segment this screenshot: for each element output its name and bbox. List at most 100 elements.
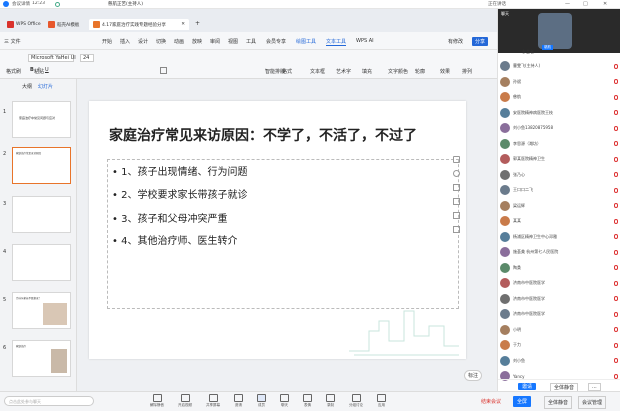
- breakout-button[interactable]: 分组讨论: [349, 394, 363, 408]
- menu-slideshow[interactable]: 放映: [192, 38, 202, 45]
- video-button[interactable]: 开启视频: [178, 394, 192, 408]
- invite-button[interactable]: 邀请: [518, 383, 537, 390]
- chat-button[interactable]: 聊天: [280, 394, 289, 408]
- pen-icon[interactable]: [453, 184, 460, 191]
- member-item[interactable]: 陶桑: [500, 261, 618, 275]
- meeting-manage-button[interactable]: 会议管理: [578, 396, 607, 409]
- member-item[interactable]: 孙斌: [500, 75, 618, 89]
- menu-review[interactable]: 审阅: [210, 38, 220, 45]
- maximize-icon[interactable]: □: [583, 1, 588, 7]
- arrange-icon[interactable]: [453, 226, 460, 233]
- italic-icon[interactable]: I: [38, 67, 39, 73]
- minimize-icon[interactable]: —: [565, 1, 570, 7]
- member-item[interactable]: 慈航: [500, 90, 618, 104]
- ribbon-arrange[interactable]: 排列: [462, 68, 472, 75]
- tab-docer[interactable]: 稻壳AI模板: [44, 19, 83, 30]
- menu-home[interactable]: 开始: [102, 38, 112, 45]
- chat-input[interactable]: 点击此处参与聊天: [4, 396, 94, 406]
- annotate-button[interactable]: 标注: [464, 370, 483, 381]
- underline-icon[interactable]: U: [45, 67, 49, 73]
- font-size-select[interactable]: 24: [80, 54, 94, 62]
- presenter-label: 正在讲话: [488, 2, 506, 7]
- fullscreen-button[interactable]: 全屏: [513, 396, 532, 407]
- bold-icon[interactable]: B: [30, 67, 34, 73]
- meeting-detail[interactable]: 会议详情: [12, 1, 30, 7]
- fill-icon[interactable]: [453, 198, 460, 205]
- slide-thumb-1[interactable]: 家庭治疗中常见问题与应对: [12, 101, 71, 138]
- mute-all-bottom[interactable]: 全体静音: [544, 396, 573, 409]
- ribbon-format[interactable]: 格式: [282, 68, 292, 75]
- menu-view[interactable]: 视图: [228, 38, 238, 45]
- slide[interactable]: 家庭治疗常见来访原因：不学了，不活了，不过了 • 1、孩子出现情绪、行为问题 •…: [89, 101, 466, 359]
- member-item[interactable]: 于力: [500, 338, 618, 352]
- tab-wps-office[interactable]: WPS Office: [3, 19, 45, 30]
- menu-wps-ai[interactable]: WPS AI: [356, 38, 374, 44]
- member-name: 李思源（潍坊）: [513, 140, 541, 146]
- share-button[interactable]: 分享: [472, 37, 489, 46]
- tab-document[interactable]: 4.17家庭治疗实践专题经验分享 ✕: [89, 19, 189, 30]
- member-item[interactable]: 小明: [500, 323, 618, 337]
- ribbon-format-painter[interactable]: 格式刷: [6, 68, 21, 75]
- member-item[interactable]: 王口口二飞: [500, 183, 618, 197]
- slide-thumb-2[interactable]: 家庭治疗常见来访原因: [12, 147, 71, 184]
- ribbon-outline[interactable]: 轮廓: [415, 68, 425, 75]
- new-tab-icon[interactable]: +: [195, 20, 200, 27]
- slide-thumb-4[interactable]: [12, 244, 71, 281]
- menu-animation[interactable]: 动画: [174, 38, 184, 45]
- menu-drawing-tools[interactable]: 绘图工具: [296, 38, 316, 45]
- zoom-icon[interactable]: [453, 156, 460, 163]
- reaction-button[interactable]: 表情: [303, 394, 312, 408]
- ribbon-art-text[interactable]: 艺术字: [336, 68, 351, 75]
- slide-thumb-3[interactable]: [12, 196, 71, 233]
- unmute-button[interactable]: 解除静音: [150, 394, 164, 408]
- share-screen-button[interactable]: 共享屏幕: [206, 394, 220, 408]
- close-icon[interactable]: ✕: [603, 1, 607, 7]
- ribbon-fill[interactable]: 填充: [362, 68, 372, 75]
- bullet-3[interactable]: • 3、孩子和父母冲突严重: [112, 210, 227, 225]
- member-item[interactable]: 施荟美 杭州第七人民医院: [500, 245, 618, 259]
- member-item[interactable]: 郭某医院精神卫生: [500, 152, 618, 166]
- menu-member[interactable]: 会员专享: [266, 38, 286, 45]
- member-item[interactable]: 杨浦区精神卫生中心邓雅: [500, 230, 618, 244]
- member-item[interactable]: 梁运辉: [500, 199, 618, 213]
- layers-icon[interactable]: [453, 170, 460, 177]
- text-box[interactable]: • 1、孩子出现情绪、行为问题 • 2、学校要求家长带孩子就诊 • 3、孩子和父…: [107, 159, 459, 309]
- tab-outline[interactable]: 大纲: [22, 83, 32, 90]
- tab-close-icon[interactable]: ✕: [181, 22, 185, 27]
- member-item[interactable]: 某某: [500, 214, 618, 228]
- slide-thumb-5[interactable]: 为什么家长不愿意来？: [12, 292, 71, 329]
- ribbon-effects[interactable]: 效果: [440, 68, 450, 75]
- bullet-1[interactable]: • 1、孩子出现情绪、行为问题: [112, 163, 247, 178]
- member-item[interactable]: 刘小鱼13820875958: [500, 121, 618, 135]
- record-button[interactable]: 录制: [326, 394, 335, 408]
- ribbon-text-color[interactable]: 文字颜色: [388, 68, 408, 75]
- apps-button[interactable]: 应用: [377, 394, 386, 408]
- slide-title[interactable]: 家庭治疗常见来访原因：不学了，不活了，不过了: [109, 125, 417, 145]
- end-meeting-button[interactable]: 结束会议: [481, 398, 501, 405]
- member-item[interactable]: 济南市中医院医学: [500, 276, 618, 290]
- menu-text-tools[interactable]: 文本工具: [326, 38, 347, 46]
- bullet-2[interactable]: • 2、学校要求家长带孩子就诊: [112, 186, 247, 201]
- tab-slides[interactable]: 幻灯片: [38, 83, 53, 90]
- ribbon-textbox[interactable]: 文本框: [310, 68, 325, 75]
- font-select[interactable]: Microsoft YaHei UI: [28, 54, 76, 62]
- menu-insert[interactable]: 插入: [120, 38, 130, 45]
- menu-transition[interactable]: 切换: [156, 38, 166, 45]
- bullet-4[interactable]: • 4、其他治疗师、医生转介: [112, 232, 237, 247]
- member-item[interactable]: 安医院精神病医院王枝: [500, 106, 618, 120]
- menu-file[interactable]: 三 文件: [4, 38, 21, 45]
- member-item[interactable]: 济南市中医院医学: [500, 292, 618, 306]
- member-item[interactable]: 李思源（潍坊）: [500, 137, 618, 151]
- members-button[interactable]: 成员: [257, 394, 266, 408]
- more-button[interactable]: ...: [588, 383, 601, 391]
- member-item[interactable]: 曹雯飞(主持人): [500, 59, 618, 73]
- invite-toolbar-button[interactable]: 邀请: [234, 394, 243, 408]
- shape-icon[interactable]: [453, 212, 460, 219]
- member-item[interactable]: 张乃心: [500, 168, 618, 182]
- slide-thumb-6[interactable]: 家庭治疗: [12, 340, 71, 377]
- member-item[interactable]: 刘小鱼: [500, 354, 618, 368]
- align-icon[interactable]: [160, 67, 167, 74]
- menu-tools[interactable]: 工具: [246, 38, 256, 45]
- member-item[interactable]: 济南市中医院医学: [500, 307, 618, 321]
- menu-design[interactable]: 设计: [138, 38, 148, 45]
